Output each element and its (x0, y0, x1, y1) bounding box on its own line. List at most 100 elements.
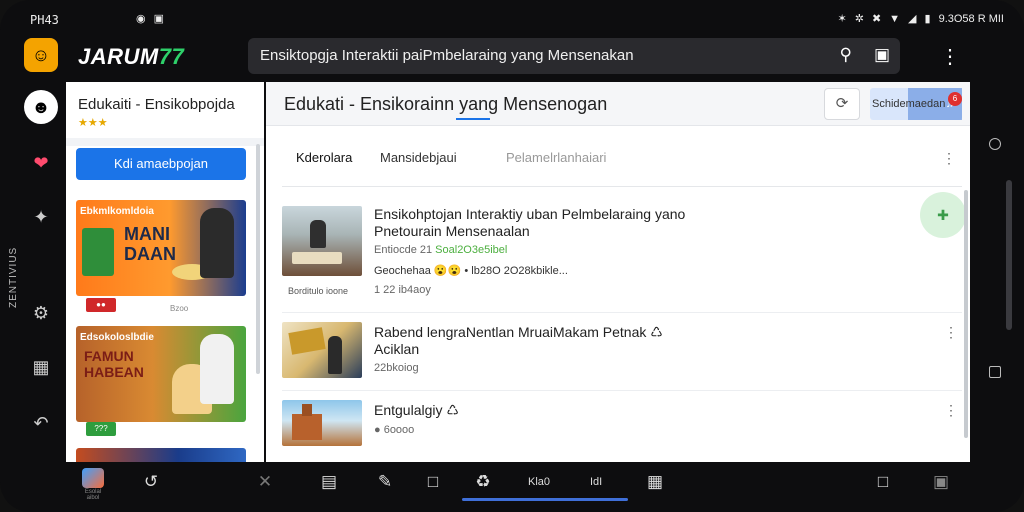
main-scrollbar[interactable] (964, 190, 968, 438)
item-title: Rabend lengraNentlan MruaiMakam Petnak ♺ (374, 324, 663, 340)
status-bar: PH43 ◉ ▣ ✶ ✲ ✖ ▼ ◢ ▮ 9.3O58 R MII (0, 0, 1024, 38)
rail-vertical-text: ZENTIVIUS (8, 246, 19, 308)
refresh-icon[interactable]: ⟳ (824, 88, 860, 120)
brand-logo[interactable]: JARUM77 (78, 44, 184, 70)
thumb-sign (288, 327, 326, 355)
search-icon[interactable]: ⚲ (839, 45, 851, 65)
back-icon[interactable]: ↶ (28, 410, 54, 436)
card-person (200, 208, 234, 278)
card-tag: ??? (86, 422, 116, 436)
thumb-building (292, 414, 322, 440)
notify-badge: 6 (948, 92, 962, 106)
heart-icon[interactable]: ❤ (28, 150, 54, 176)
item-thumbnail (282, 400, 362, 446)
brand-text: JARUM (78, 44, 159, 69)
vibrate-icon: ✖ (871, 13, 882, 25)
item-thumbnail (282, 206, 362, 276)
tabs-more-icon[interactable]: ⋮ (942, 150, 956, 167)
bottom-toolbar: Esolal aibol ↺ ✕ ▤ ✎ □ ♻ Kla0 IdI ▦ □ ▣ (66, 464, 970, 504)
screenshot-icon: ▣ (153, 13, 165, 25)
square-icon[interactable]: □ (870, 472, 896, 492)
item-date: 22bkoiog (374, 362, 419, 374)
status-time: PH43 (30, 13, 59, 27)
recents-button-icon[interactable] (989, 366, 1001, 378)
tab-kderolara[interactable]: Kderolara (296, 150, 352, 165)
tab-mansidebjaui[interactable]: Mansidebjaui (380, 150, 457, 165)
toolbar-label-1[interactable]: Kla0 (528, 476, 550, 488)
settings-icon[interactable]: ⚙ (28, 300, 54, 326)
search-actions: ⚲ ▣ (839, 45, 890, 65)
card-tag: ●● (86, 298, 116, 312)
undo-icon[interactable]: ↺ (138, 472, 164, 492)
mute-icon: ✲ (854, 13, 864, 25)
notify-button[interactable]: Schidemaedan ♫ 6 (870, 88, 962, 120)
wifi-icon: ▼ (889, 12, 901, 25)
battery-icon: ▮ (924, 13, 931, 25)
thumb-figure (310, 220, 326, 248)
pin-icon[interactable]: ✦ (28, 204, 54, 230)
home-button-icon[interactable] (989, 138, 1001, 150)
left-scrollbar[interactable] (256, 144, 260, 374)
item-title: Entgulalgiy ♺ (374, 402, 459, 418)
tab-bar: Kderolara Mansidebjaui Pelamelrlanhaiari… (266, 142, 970, 172)
promo-card-3[interactable] (76, 448, 246, 462)
add-icon[interactable]: ✚ (920, 192, 966, 238)
item-title: Ensikohptojan Interaktiy uban Pelmbelara… (374, 206, 686, 222)
thumb-table (292, 252, 342, 264)
item-meta: Entiocde 21 Soal2O3e5ibel (374, 244, 507, 256)
app-launcher-icon (82, 468, 104, 488)
close-icon[interactable]: ✕ (252, 472, 278, 492)
phone-frame: PH43 ◉ ▣ ✶ ✲ ✖ ▼ ◢ ▮ 9.3O58 R MII ☺ ☻ ❤ … (0, 0, 1024, 512)
title-underline (456, 118, 490, 120)
main-panel: Edukati - Ensikorainn yang Mensenogan ⟳ … (266, 82, 970, 462)
item-date: 1 22 ib4aoy (374, 284, 431, 296)
promo-card-1[interactable]: Ebkmlkomldoia MANI DAAN (76, 200, 246, 296)
tabs-divider (282, 186, 962, 187)
row-divider (282, 312, 962, 313)
toolbar-label-2[interactable]: IdI (590, 476, 602, 488)
item-more-icon[interactable]: ⋮ (944, 402, 958, 419)
window-icon[interactable]: □ (420, 472, 446, 492)
item-meta-green: Soal2O3e5ibel (435, 244, 508, 256)
item-more-icon[interactable]: ⋮ (944, 324, 958, 341)
thumb-tower (302, 404, 312, 416)
gallery-icon[interactable]: ▦ (28, 354, 54, 380)
avatar[interactable]: ☻ (24, 90, 58, 124)
left-panel-title: Edukaiti - Ensikobpojda (78, 96, 235, 113)
list-item[interactable]: Borditulo ioone Ensikohptojan Interaktiy… (282, 206, 962, 306)
tab-pelamelrlanhaiari[interactable]: Pelamelrlanhaiari (506, 150, 606, 165)
app-launcher[interactable]: Esolal aibol (78, 468, 108, 501)
cta-button[interactable]: Kdi amaebpojan (76, 148, 246, 180)
document-icon[interactable]: ▤ (316, 472, 342, 492)
card-person (200, 334, 234, 404)
card-caption: Ebkmlkomldoia (80, 206, 154, 217)
lock-icon[interactable]: ▣ (928, 472, 954, 492)
list-item[interactable]: Entgulalgiy ♺ ● 6oooo ⋮ (282, 400, 962, 446)
app-logo-icon[interactable]: ☺ (24, 38, 58, 72)
item-meta-label: Entiocde 21 (374, 244, 433, 256)
recycle-icon[interactable]: ♻ (470, 472, 496, 492)
signal-icon: ◢ (908, 13, 917, 25)
system-nav (972, 0, 1024, 512)
promo-card-2[interactable]: Edsokoloslbdie FAMUN HABEAN (76, 326, 246, 422)
rating-stars: ★★★ (78, 117, 108, 129)
nav-rail: ☺ ☻ ❤ ✦ ZENTIVIUS ⚙ ▦ ↶ (0, 38, 64, 512)
volume-rocker (1006, 180, 1012, 330)
bluetooth-icon: ✶ (837, 13, 847, 25)
app-launcher-label: Esolal aibol (84, 489, 102, 501)
search-input[interactable]: Ensiktopgja Interaktii paiPmbelaraing ya… (260, 47, 634, 64)
item-reactions: Geochehaa 😮😮 • lb28O 2O28kbikle... (374, 265, 568, 277)
item-meta: ● 6oooo (374, 424, 415, 436)
tools-icon[interactable]: ✎ (372, 472, 398, 492)
calendar-icon[interactable]: ▦ (642, 472, 668, 492)
overflow-menu-icon[interactable]: ⋮ (940, 44, 960, 69)
page-title: Edukati - Ensikorainn yang Mensenogan (284, 94, 608, 114)
item-subtitle: Pnetourain Mensenaalan (374, 223, 530, 239)
card-label: Bzoo (170, 304, 189, 313)
list-item[interactable]: Rabend lengraNentlan MruaiMakam Petnak ♺… (282, 322, 962, 382)
search-bar[interactable]: Ensiktopgja Interaktii paiPmbelaraing ya… (248, 38, 900, 74)
tabs-icon[interactable]: ▣ (874, 45, 890, 65)
item-subtitle: Aciklan (374, 341, 420, 357)
card-headline: MANI DAAN (124, 224, 176, 264)
home-indicator (462, 498, 628, 501)
